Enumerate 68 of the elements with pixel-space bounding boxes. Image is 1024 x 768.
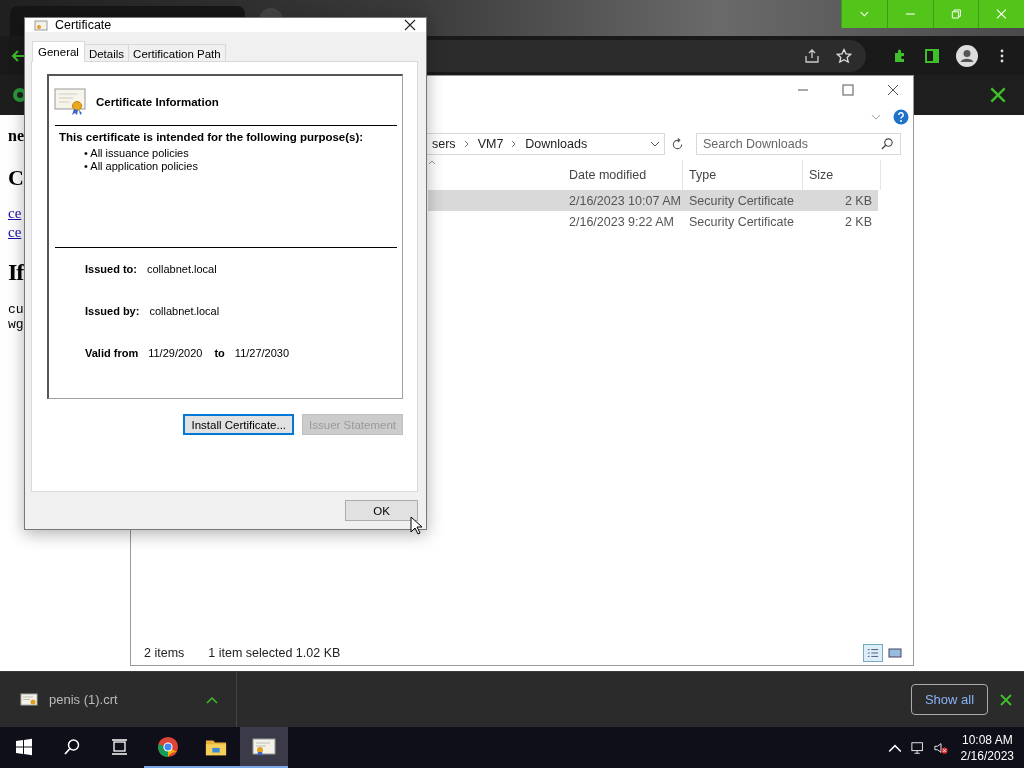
certificate-icon <box>54 88 86 116</box>
purpose-item: • All application policies <box>84 160 199 173</box>
close-icon[interactable] <box>1000 693 1012 706</box>
field-value: 11/29/2020 <box>148 347 203 359</box>
dialog-tab[interactable]: General <box>32 41 85 62</box>
mouse-cursor-icon <box>410 516 422 535</box>
close-icon[interactable] <box>990 87 1006 103</box>
chevron-up-icon[interactable] <box>206 695 218 704</box>
chevron-right-icon <box>463 140 470 148</box>
chevron-down-icon[interactable] <box>650 141 660 147</box>
purpose-heading: This certificate is intended for the following purpose(s): <box>59 131 365 143</box>
close-icon[interactable] <box>404 19 416 31</box>
search-icon[interactable] <box>881 137 894 150</box>
dialog-tab[interactable]: Certification Path <box>128 44 226 62</box>
taskbar-app[interactable] <box>240 727 288 768</box>
purpose-item: • All issuance policies <box>84 147 190 160</box>
breadcrumb-item[interactable]: Downloads <box>525 137 588 151</box>
page-heading: If <box>8 259 24 286</box>
field-label: Issued by: <box>85 305 140 317</box>
window-title: Certificate <box>55 18 112 32</box>
ok-button[interactable]: OK <box>345 500 418 521</box>
sidebar-icon[interactable] <box>924 47 940 64</box>
page-link[interactable]: ce <box>8 224 22 241</box>
page-link[interactable]: ce <box>8 205 22 222</box>
page-heading: C <box>8 165 24 191</box>
table-cell-text: 2 KB <box>843 193 873 208</box>
field-value: 11/27/2030 <box>234 347 290 359</box>
maximize-icon[interactable] <box>842 84 854 96</box>
refresh-icon[interactable] <box>671 137 684 151</box>
field-label: to <box>214 347 225 359</box>
chevron-right-icon <box>511 140 518 148</box>
table-cell-text: 2/16/2023 10:07 AM <box>568 193 682 208</box>
download-filename[interactable]: penis (1).crt <box>49 692 118 707</box>
field-value: collabnet.local <box>146 263 217 275</box>
page-text: ne <box>8 127 24 145</box>
table-cell-text: 2/16/2023 9:22 AM <box>568 214 675 229</box>
certificate-icon <box>20 692 38 707</box>
breadcrumb-item[interactable]: VM7 <box>477 137 504 151</box>
selection-info: 1 item selected 1.02 KB <box>208 646 341 660</box>
star-icon[interactable] <box>836 47 852 64</box>
search-field[interactable]: Search Downloads <box>696 133 901 155</box>
back-arrow-icon[interactable] <box>10 47 26 64</box>
show-all-button[interactable]: Show all <box>911 684 988 715</box>
field-label: Valid from <box>85 347 139 359</box>
volume-muted-icon[interactable] <box>933 740 948 755</box>
code-text: cu <box>8 302 24 317</box>
breadcrumb-item[interactable]: sers <box>432 137 456 151</box>
clock-date: 2/16/2023 <box>960 748 1014 763</box>
table-cell-text: Security Certificate <box>688 193 795 208</box>
close-icon[interactable] <box>887 84 899 96</box>
profile-avatar-icon[interactable] <box>956 44 978 67</box>
dialog-button[interactable]: Install Certificate... <box>183 414 295 435</box>
help-icon[interactable] <box>893 109 909 125</box>
field-label: Issued to: <box>85 263 137 275</box>
chrome-icon <box>156 735 180 758</box>
section-heading: Certificate Information <box>96 96 219 108</box>
file-row[interactable]: 2/16/2023 10:07 AM Security Certificate 2 KB <box>428 190 878 211</box>
clock-time: 10:08 AM <box>961 732 1013 747</box>
certificate-icon <box>252 735 276 758</box>
network-icon[interactable] <box>910 740 925 755</box>
item-count: 2 items <box>144 646 185 660</box>
code-text: wg <box>8 317 24 332</box>
sort-caret-icon <box>428 160 436 165</box>
details-view-icon[interactable] <box>863 644 883 662</box>
table-cell-text: 2 KB <box>843 214 873 229</box>
field-value: collabnet.local <box>149 305 220 317</box>
share-icon[interactable] <box>804 47 820 64</box>
table-cell-text: Security Certificate <box>688 214 795 229</box>
